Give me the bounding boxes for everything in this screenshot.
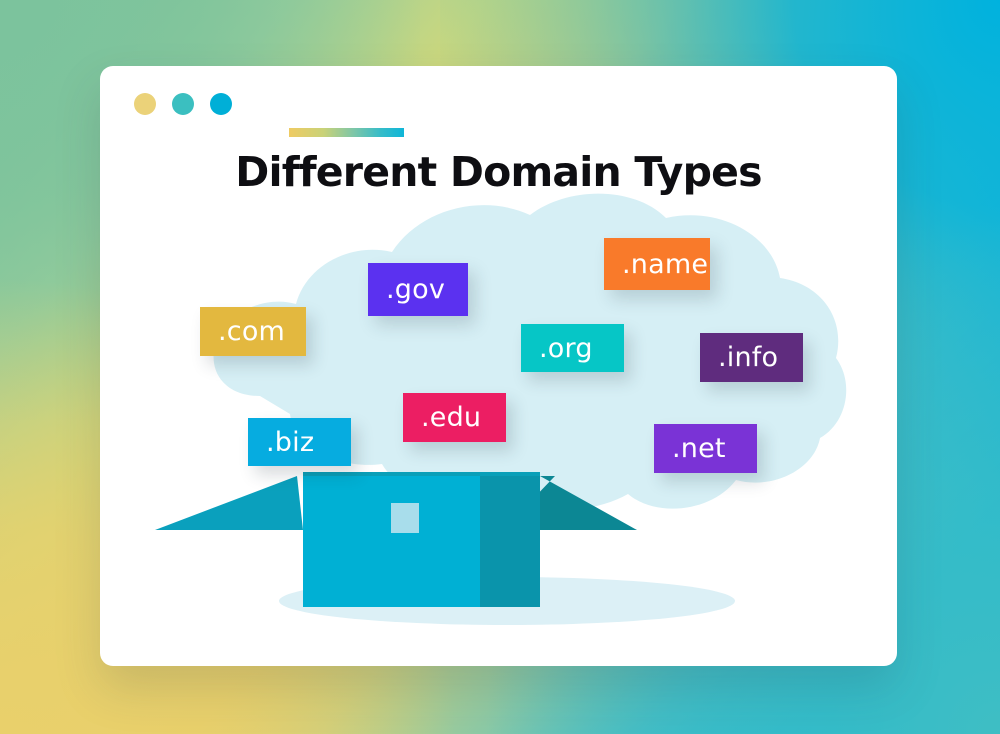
domain-tag-com[interactable]: .com [200, 307, 306, 356]
page-root: Different Domain Types .com .gov .name .org… [0, 0, 1000, 734]
box-flap-left [155, 476, 303, 530]
domain-tag-edu[interactable]: .edu [403, 393, 506, 442]
domain-tag-org[interactable]: .org [521, 324, 624, 372]
browser-window-card: Different Domain Types .com .gov .name .org… [100, 66, 897, 666]
box-front-face [303, 476, 480, 607]
domain-tag-gov[interactable]: .gov [368, 263, 468, 316]
domain-tag-name[interactable]: .name [604, 238, 710, 290]
box-label-square [391, 503, 419, 533]
box-side-panel [480, 476, 540, 607]
domain-tag-info[interactable]: .info [700, 333, 803, 382]
domain-tag-net[interactable]: .net [654, 424, 757, 473]
domain-tag-biz[interactable]: .biz [248, 418, 351, 466]
